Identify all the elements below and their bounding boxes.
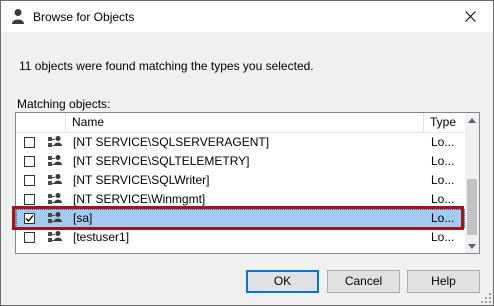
row-type: Lo... (431, 192, 455, 206)
vertical-scrollbar[interactable] (465, 113, 479, 253)
matching-objects-label: Matching objects: (17, 97, 111, 111)
list-item[interactable]: [testuser1] Lo... (16, 228, 465, 247)
row-name: [testuser1] (73, 230, 130, 244)
title-bar: Browse for Objects (1, 1, 493, 32)
login-user-icon (48, 231, 62, 242)
help-button[interactable]: Help (407, 270, 480, 293)
row-checkbox[interactable] (24, 194, 35, 205)
login-user-icon (48, 155, 62, 166)
row-checkbox[interactable] (24, 213, 35, 224)
row-type: Lo... (431, 230, 455, 244)
row-name: [NT SERVICE\SQLSERVERAGENT] (73, 135, 270, 149)
scroll-up-button[interactable] (465, 113, 479, 127)
login-user-icon (48, 212, 62, 223)
list-item[interactable]: [NT SERVICE\SQLTELEMETRY] Lo... (16, 152, 465, 171)
scroll-thumb[interactable] (467, 179, 477, 235)
list-item[interactable]: [NT SERVICE\SQLWriter] Lo... (16, 171, 465, 190)
row-type: Lo... (431, 135, 455, 149)
chevron-down-icon (468, 243, 476, 249)
name-column-header[interactable]: Name (66, 113, 424, 132)
chevron-up-icon (468, 117, 476, 123)
user-icon (12, 9, 24, 24)
row-checkbox[interactable] (24, 232, 35, 243)
row-type: Lo... (431, 211, 455, 225)
close-icon (464, 11, 476, 22)
row-checkbox[interactable] (24, 137, 35, 148)
row-type: Lo... (431, 173, 455, 187)
ok-button[interactable]: OK (246, 270, 319, 293)
login-user-icon (48, 136, 62, 147)
list-item[interactable]: [sa] Lo... (16, 209, 465, 228)
row-checkbox[interactable] (24, 175, 35, 186)
list-header: Name Type (16, 113, 465, 133)
close-button[interactable] (447, 1, 493, 32)
row-checkbox[interactable] (24, 156, 35, 167)
window-title: Browse for Objects (33, 10, 135, 24)
browse-for-objects-dialog: Browse for Objects 11 objects were found… (0, 0, 494, 306)
row-name: [sa] (73, 211, 93, 225)
list-item[interactable]: [NT SERVICE\Winmgmt] Lo... (16, 190, 465, 209)
row-name: [NT SERVICE\Winmgmt] (73, 192, 206, 206)
scroll-down-button[interactable] (465, 239, 479, 253)
list-rows: [NT SERVICE\SQLSERVERAGENT] Lo... [NT SERV… (16, 133, 465, 247)
login-user-icon (48, 193, 62, 204)
row-type: Lo... (431, 154, 455, 168)
status-text: 11 objects were found matching the types… (19, 59, 314, 73)
cancel-button[interactable]: Cancel (327, 270, 400, 293)
checkmark-icon (25, 215, 34, 222)
list-item[interactable]: [NT SERVICE\SQLSERVERAGENT] Lo... (16, 133, 465, 152)
type-column-header[interactable]: Type (424, 113, 465, 132)
resize-grip-icon[interactable] (481, 293, 491, 303)
matching-objects-list[interactable]: Name Type [NT SERVICE\SQLSERVERAGENT] Lo.… (15, 112, 480, 254)
login-user-icon (48, 174, 62, 185)
row-name: [NT SERVICE\SQLWriter] (73, 173, 210, 187)
checkbox-column-header[interactable] (16, 113, 66, 132)
row-name: [NT SERVICE\SQLTELEMETRY] (73, 154, 250, 168)
